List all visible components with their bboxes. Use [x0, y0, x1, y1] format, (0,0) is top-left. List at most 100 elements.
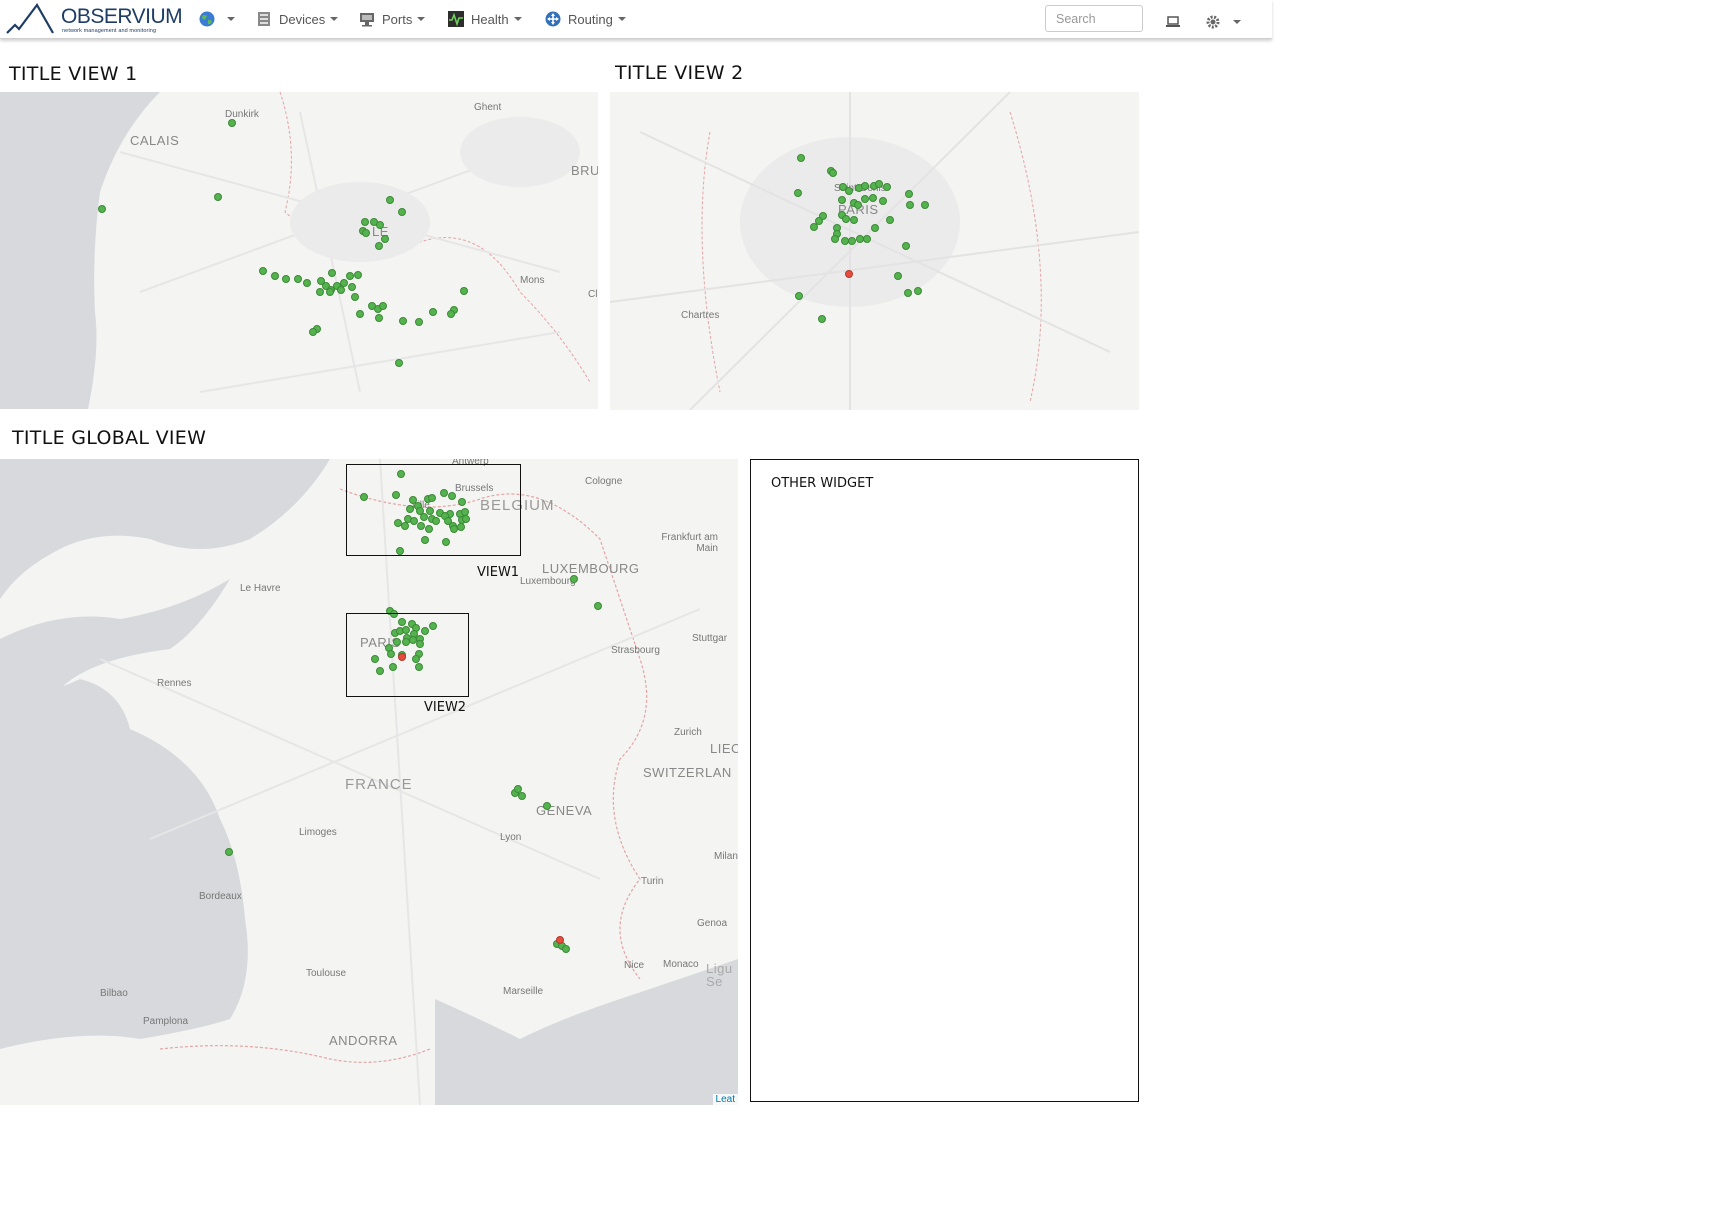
device-marker[interactable] — [375, 314, 383, 322]
device-marker[interactable] — [863, 235, 871, 243]
routing-icon — [545, 11, 561, 27]
device-marker[interactable] — [399, 317, 407, 325]
device-marker[interactable] — [228, 119, 236, 127]
device-marker[interactable] — [447, 310, 455, 318]
search-input[interactable] — [1045, 5, 1143, 32]
device-marker[interactable] — [921, 201, 929, 209]
device-marker[interactable] — [861, 195, 869, 203]
global-map[interactable]: Antwerp Cologne Brussels BELGIUM Lille F… — [0, 459, 738, 1105]
nav-routing[interactable]: Routing — [545, 8, 626, 30]
logo-text: OBSERVIUM — [61, 5, 183, 28]
view1-map[interactable]: Dunkirk CALAIS Ghent BRU LE Mons Cl — [0, 92, 598, 409]
device-marker[interactable] — [842, 215, 850, 223]
view2-extent-box[interactable] — [346, 613, 469, 697]
device-marker[interactable] — [818, 315, 826, 323]
device-marker[interactable] — [518, 792, 526, 800]
device-marker[interactable] — [386, 196, 394, 204]
device-marker[interactable] — [875, 180, 883, 188]
device-marker[interactable] — [594, 602, 602, 610]
nav-health[interactable]: Health — [448, 8, 522, 30]
device-marker[interactable] — [398, 208, 406, 216]
map-label: Ligu Se — [706, 961, 733, 989]
map-label: LIEC — [710, 741, 738, 756]
device-marker[interactable] — [879, 197, 887, 205]
device-marker[interactable] — [375, 242, 383, 250]
device-marker[interactable] — [886, 216, 894, 224]
device-marker[interactable] — [848, 237, 856, 245]
device-marker[interactable] — [351, 293, 359, 301]
device-marker[interactable] — [316, 288, 324, 296]
map-label: CALAIS — [130, 133, 180, 148]
network-port-icon — [360, 13, 374, 27]
laptop-button[interactable] — [1165, 11, 1188, 33]
global-view-title: TITLE GLOBAL VIEW — [12, 427, 207, 449]
view1-extent-box[interactable] — [346, 464, 521, 556]
device-marker[interactable] — [379, 302, 387, 310]
device-marker[interactable] — [460, 287, 468, 295]
device-marker[interactable] — [415, 318, 423, 326]
device-alert-marker[interactable] — [556, 936, 564, 944]
device-marker[interactable] — [309, 328, 317, 336]
nav-globe-menu[interactable] — [199, 8, 235, 30]
device-marker[interactable] — [395, 359, 403, 367]
chevron-down-icon — [417, 17, 426, 21]
settings-menu[interactable] — [1205, 11, 1241, 33]
nav-ports[interactable]: Ports — [359, 8, 426, 30]
device-marker[interactable] — [328, 269, 336, 277]
device-marker[interactable] — [294, 275, 302, 283]
device-marker[interactable] — [362, 229, 370, 237]
device-marker[interactable] — [271, 272, 279, 280]
device-marker[interactable] — [429, 308, 437, 316]
device-marker[interactable] — [361, 218, 369, 226]
device-marker[interactable] — [348, 283, 356, 291]
device-marker[interactable] — [282, 275, 290, 283]
device-marker[interactable] — [795, 292, 803, 300]
nav-devices[interactable]: Devices — [256, 8, 339, 30]
device-marker[interactable] — [354, 271, 362, 279]
device-marker[interactable] — [831, 235, 839, 243]
device-marker[interactable] — [570, 575, 578, 583]
device-marker[interactable] — [906, 201, 914, 209]
device-marker[interactable] — [98, 205, 106, 213]
device-marker[interactable] — [346, 272, 354, 280]
nav-devices-label: Devices — [279, 11, 326, 27]
device-marker[interactable] — [894, 272, 902, 280]
device-marker[interactable] — [838, 196, 846, 204]
device-marker[interactable] — [905, 190, 913, 198]
device-marker[interactable] — [356, 310, 364, 318]
device-marker[interactable] — [904, 289, 912, 297]
device-marker[interactable] — [902, 242, 910, 250]
device-marker[interactable] — [810, 223, 818, 231]
device-marker[interactable] — [562, 945, 570, 953]
device-marker[interactable] — [883, 183, 891, 191]
device-marker[interactable] — [850, 216, 858, 224]
device-marker[interactable] — [543, 802, 551, 810]
device-marker[interactable] — [214, 193, 222, 201]
map-label: SWITZERLAN — [643, 765, 732, 780]
device-marker[interactable] — [829, 169, 837, 177]
device-marker[interactable] — [376, 221, 384, 229]
map-label: Toulouse — [306, 968, 347, 979]
map-label: Genoa — [697, 918, 728, 929]
device-marker[interactable] — [326, 288, 334, 296]
device-marker[interactable] — [259, 267, 267, 275]
device-marker[interactable] — [861, 182, 869, 190]
device-marker[interactable] — [845, 187, 853, 195]
device-marker[interactable] — [794, 189, 802, 197]
map-label: Turin — [641, 876, 664, 887]
device-marker[interactable] — [337, 286, 345, 294]
observium-logo[interactable]: OBSERVIUM network management and monitor… — [5, 3, 183, 35]
device-marker[interactable] — [381, 235, 389, 243]
device-marker[interactable] — [225, 848, 233, 856]
device-marker[interactable] — [797, 154, 805, 162]
device-marker[interactable] — [303, 279, 311, 287]
device-alert-marker[interactable] — [845, 270, 853, 278]
device-marker[interactable] — [871, 224, 879, 232]
device-marker[interactable] — [914, 287, 922, 295]
device-marker[interactable] — [869, 194, 877, 202]
device-marker[interactable] — [854, 201, 862, 209]
map-attribution-link[interactable]: Leat — [712, 1094, 738, 1105]
chevron-down-icon — [513, 17, 522, 21]
view2-map[interactable]: Saint-Denis PARIS Chartres — [610, 92, 1139, 410]
map-label: Nice — [624, 960, 645, 971]
